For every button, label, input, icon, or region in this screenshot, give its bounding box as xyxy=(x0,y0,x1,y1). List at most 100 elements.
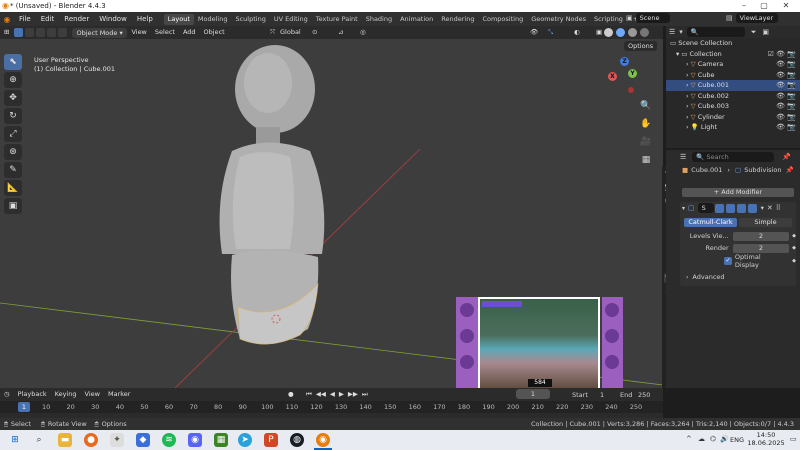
play-reverse-icon[interactable]: ◀ xyxy=(328,390,337,399)
outliner-item-cube-001[interactable]: › ▽ Cube.001 👁 📷 xyxy=(666,80,800,91)
modifier-dropdown-icon[interactable]: ▾ xyxy=(761,204,764,212)
optimal-keyframe-icon[interactable]: ◆ xyxy=(792,258,796,264)
optimal-display-checkbox[interactable]: ✓ xyxy=(724,257,732,265)
outliner-item-light[interactable]: › 💡 Light 👁 📷 xyxy=(666,122,800,133)
scale-tool-icon[interactable]: ⤢ xyxy=(4,126,22,142)
navigation-gizmo[interactable]: Z X Y xyxy=(608,57,642,97)
outliner-editor-icon[interactable]: ☰ xyxy=(669,28,675,36)
file-explorer-icon[interactable]: ▬ xyxy=(58,433,72,447)
select-extend-icon[interactable] xyxy=(25,28,35,37)
render-toggle-icon[interactable] xyxy=(747,203,757,213)
render-levels-field[interactable]: 2 xyxy=(732,243,790,253)
view-layer-selector[interactable]: ▤ ViewLayer xyxy=(726,13,778,23)
next-key-icon[interactable]: ▶▶ xyxy=(346,390,360,399)
blender-menu-icon[interactable]: ◉ xyxy=(0,15,14,24)
transform-orientation-dropdown[interactable]: Global xyxy=(276,26,305,39)
add-cube-tool-icon[interactable]: ▣ xyxy=(4,198,22,214)
tray-chevron-icon[interactable]: ^ xyxy=(686,435,692,443)
new-collection-icon[interactable]: ▣ xyxy=(762,28,769,36)
start-field[interactable]: 1 xyxy=(600,391,604,399)
minecraft-icon[interactable]: ▦ xyxy=(214,433,228,447)
menu-file[interactable]: File xyxy=(14,12,36,26)
shading-rendered-icon[interactable] xyxy=(640,28,649,37)
view-layer-field[interactable]: ViewLayer xyxy=(735,13,778,23)
tab-shading[interactable]: Shading xyxy=(362,14,396,25)
menu-select[interactable]: Select xyxy=(151,26,179,39)
filter-icon[interactable]: ▾ xyxy=(679,28,683,36)
tab-sculpting[interactable]: Sculpting xyxy=(231,14,269,25)
menu-help[interactable]: Help xyxy=(132,12,158,26)
outliner-item-cube-002[interactable]: › ▽ Cube.002 👁 📷 xyxy=(666,91,800,102)
jump-start-icon[interactable]: ⏮ xyxy=(304,390,314,399)
tab-geometry-nodes[interactable]: Geometry Nodes xyxy=(527,14,590,25)
gizmo-x-icon[interactable]: X xyxy=(608,72,617,81)
telegram-icon[interactable]: ➤ xyxy=(238,433,252,447)
zoom-icon[interactable]: 🔍 xyxy=(640,101,652,113)
record-icon[interactable]: ● xyxy=(284,388,298,401)
menu-view[interactable]: View xyxy=(127,26,150,39)
timeline-editor-icon[interactable]: ◷ xyxy=(0,388,14,401)
outliner-item-cube-003[interactable]: › ▽ Cube.003 👁 📷 xyxy=(666,101,800,112)
discord-icon[interactable]: ◉ xyxy=(188,433,202,447)
modifier-remove-icon[interactable]: ✕ xyxy=(767,204,773,212)
menu-playback[interactable]: Playback xyxy=(14,388,51,401)
rotate-tool-icon[interactable]: ↻ xyxy=(4,108,22,124)
select-subtract-icon[interactable] xyxy=(36,28,46,37)
select-intersect-icon[interactable] xyxy=(58,28,68,37)
select-mode-icon[interactable] xyxy=(14,28,24,37)
spotify-icon[interactable]: ≋ xyxy=(162,433,176,447)
menu-add[interactable]: Add xyxy=(179,26,200,39)
shading-wireframe-icon[interactable] xyxy=(604,28,613,37)
minimize-button[interactable]: – xyxy=(734,1,754,10)
gizmo-z-icon[interactable]: Z xyxy=(620,57,629,66)
tab-scripting[interactable]: Scripting xyxy=(590,14,627,25)
maximize-button[interactable]: ▢ xyxy=(754,1,774,10)
shading-material-icon[interactable] xyxy=(628,28,637,37)
end-field[interactable]: 250 xyxy=(638,391,650,399)
prev-key-icon[interactable]: ◀◀ xyxy=(314,390,328,399)
menu-object[interactable]: Object xyxy=(200,26,229,39)
viewport-toggle-icon[interactable] xyxy=(736,203,746,213)
menu-keying[interactable]: Keying xyxy=(51,388,81,401)
move-tool-icon[interactable]: ✥ xyxy=(4,90,22,106)
windows-start-icon[interactable]: ⊞ xyxy=(8,433,22,447)
levels-keyframe-icon[interactable]: ◆ xyxy=(792,233,796,239)
app-icon[interactable]: ✦ xyxy=(110,433,124,447)
collapse-icon[interactable]: ▾ xyxy=(682,205,685,212)
pan-hand-icon[interactable]: ✋ xyxy=(640,119,652,131)
measure-tool-icon[interactable]: 📐 xyxy=(4,180,22,196)
tray-volume-icon[interactable]: 🔊 xyxy=(720,435,729,443)
gizmo-toggle-icon[interactable]: ⤡ xyxy=(544,26,557,39)
powerpoint-icon[interactable]: P xyxy=(264,433,278,447)
scene-selector[interactable]: ▣ Scene xyxy=(626,13,670,23)
tab-modeling[interactable]: Modeling xyxy=(194,14,232,25)
scene-field[interactable]: Scene xyxy=(635,13,670,23)
outliner-item-cylinder[interactable]: › ▽ Cylinder 👁 📷 xyxy=(666,112,800,123)
annotate-tool-icon[interactable]: ✎ xyxy=(4,162,22,178)
gizmo-y-icon[interactable]: Y xyxy=(628,69,637,78)
tab-uv-editing[interactable]: UV Editing xyxy=(270,14,312,25)
menu-edit[interactable]: Edit xyxy=(36,12,60,26)
scene-collection-row[interactable]: ▭ Scene Collection xyxy=(666,38,800,49)
cursor-tool-icon[interactable]: ⊕ xyxy=(4,72,22,88)
notification-icon[interactable]: ▭ xyxy=(790,435,797,443)
tray-network-icon[interactable]: ⌬ xyxy=(710,435,716,443)
levels-viewport-field[interactable]: 2 xyxy=(732,231,790,241)
simple-button[interactable]: Simple xyxy=(739,218,792,227)
steam-icon[interactable]: ◍ xyxy=(290,433,304,447)
select-box-tool-icon[interactable]: ⬉ xyxy=(4,54,22,70)
snap-icon[interactable]: ⊿ xyxy=(334,26,347,39)
outliner-item-camera[interactable]: › ▽ Camera 👁 📷 xyxy=(666,59,800,70)
close-button[interactable]: ✕ xyxy=(776,1,796,10)
menu-marker[interactable]: Marker xyxy=(104,388,134,401)
camera-view-icon[interactable]: 🎥 xyxy=(640,137,652,149)
grid-view-icon[interactable]: ▦ xyxy=(640,155,652,167)
mode-dropdown[interactable]: Object Mode ▾ xyxy=(72,27,128,38)
render-keyframe-icon[interactable]: ◆ xyxy=(792,245,796,251)
shading-solid-icon[interactable] xyxy=(616,28,625,37)
properties-search-input[interactable]: 🔍 Search xyxy=(692,152,775,162)
modifier-name-field[interactable]: S xyxy=(697,203,714,213)
collection-row[interactable]: ▾ ▭ Collection ☑ 👁 📷 xyxy=(666,49,800,60)
outliner-filter-icon[interactable]: ⏷ xyxy=(751,28,757,37)
tray-cloud-icon[interactable]: ☁ xyxy=(698,435,705,443)
